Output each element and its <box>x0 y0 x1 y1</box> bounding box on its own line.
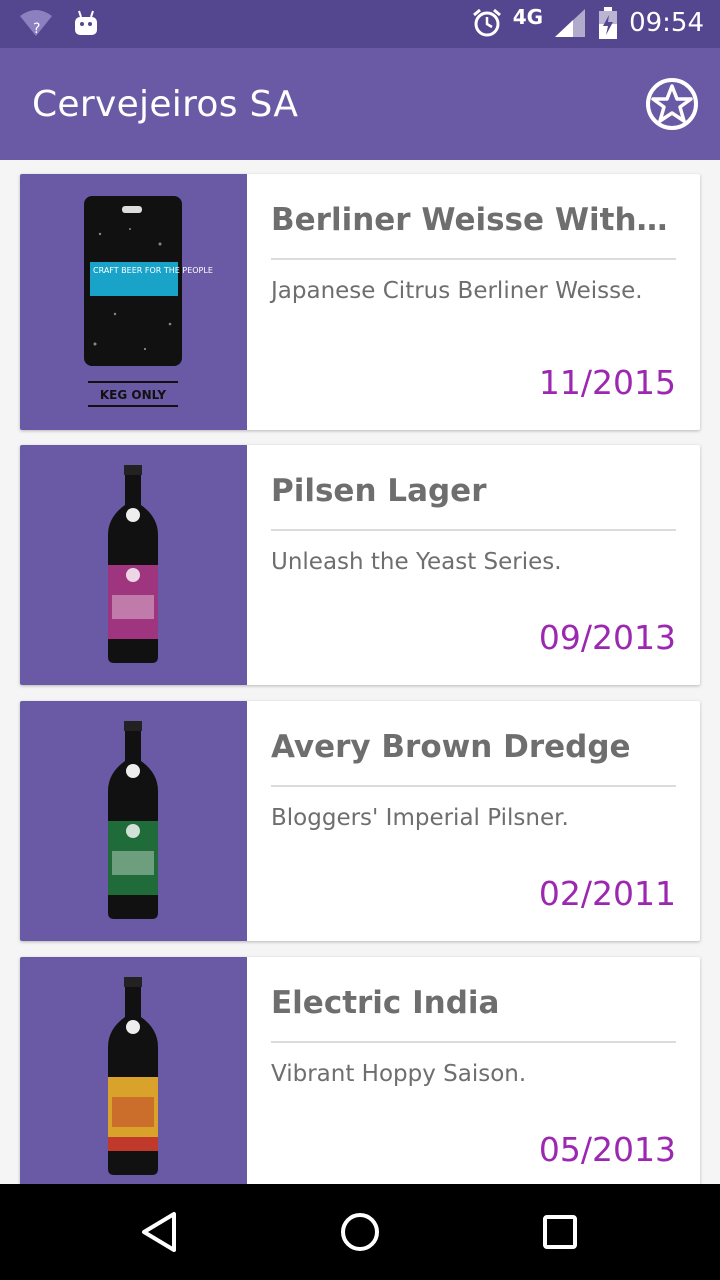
beer-tagline: Bloggers' Imperial Pilsner. <box>271 805 569 831</box>
beer-first-brewed: 05/2013 <box>538 1130 676 1169</box>
android-icon <box>75 10 97 35</box>
card-divider <box>271 258 676 260</box>
bottle-icon <box>108 465 158 663</box>
beer-image <box>20 701 247 941</box>
beer-name: Berliner Weisse With Y… <box>271 202 676 238</box>
wifi-question-icon: ? <box>20 10 52 37</box>
beer-image <box>20 957 247 1184</box>
back-icon[interactable] <box>136 1208 184 1256</box>
signal-icon <box>555 9 586 37</box>
bottle-icon <box>108 977 158 1175</box>
status-bar: ? 4G 09:54 <box>0 0 720 48</box>
alarm-icon <box>472 8 501 37</box>
navigation-bar <box>0 1184 720 1280</box>
recents-icon[interactable] <box>536 1208 584 1256</box>
beer-tagline: Vibrant Hoppy Saison. <box>271 1061 527 1087</box>
beer-first-brewed: 09/2013 <box>538 618 676 657</box>
beer-tagline: Japanese Citrus Berliner Weisse. <box>271 278 643 304</box>
beer-name: Electric India <box>271 985 500 1021</box>
beer-first-brewed: 02/2011 <box>538 874 676 913</box>
star-badge-icon[interactable] <box>644 76 700 132</box>
app-title: Cervejeiros SA <box>32 84 299 125</box>
beer-card[interactable]: Avery Brown Dredge Bloggers' Imperial Pi… <box>20 701 700 941</box>
beer-name: Pilsen Lager <box>271 473 487 509</box>
card-divider <box>271 785 676 787</box>
beer-image <box>20 445 247 685</box>
beer-first-brewed: 11/2015 <box>538 363 676 402</box>
keg-footer-text: KEG ONLY <box>100 388 167 402</box>
home-icon[interactable] <box>336 1208 384 1256</box>
beer-name: Avery Brown Dredge <box>271 729 631 765</box>
app-bar: Cervejeiros SA <box>0 48 720 160</box>
beer-list[interactable]: CRAFT BEER FOR THE PEOPLE KEG ONLY Berli… <box>0 160 720 1184</box>
card-divider <box>271 529 676 531</box>
keg-icon: CRAFT BEER FOR THE PEOPLE KEG ONLY <box>84 196 213 407</box>
beer-card[interactable]: Electric India Vibrant Hoppy Saison. 05/… <box>20 957 700 1184</box>
beer-tagline: Unleash the Yeast Series. <box>271 549 562 575</box>
beer-card[interactable]: Pilsen Lager Unleash the Yeast Series. 0… <box>20 445 700 685</box>
beer-card[interactable]: CRAFT BEER FOR THE PEOPLE KEG ONLY Berli… <box>20 174 700 430</box>
card-divider <box>271 1041 676 1043</box>
svg-text:?: ? <box>33 21 40 37</box>
bottle-icon <box>108 721 158 919</box>
beer-image: CRAFT BEER FOR THE PEOPLE KEG ONLY <box>20 174 247 430</box>
network-type-label: 4G <box>512 5 544 29</box>
battery-charging-icon <box>599 7 618 39</box>
keg-label-text: CRAFT BEER FOR THE PEOPLE <box>93 266 213 275</box>
status-time: 09:54 <box>629 8 704 38</box>
